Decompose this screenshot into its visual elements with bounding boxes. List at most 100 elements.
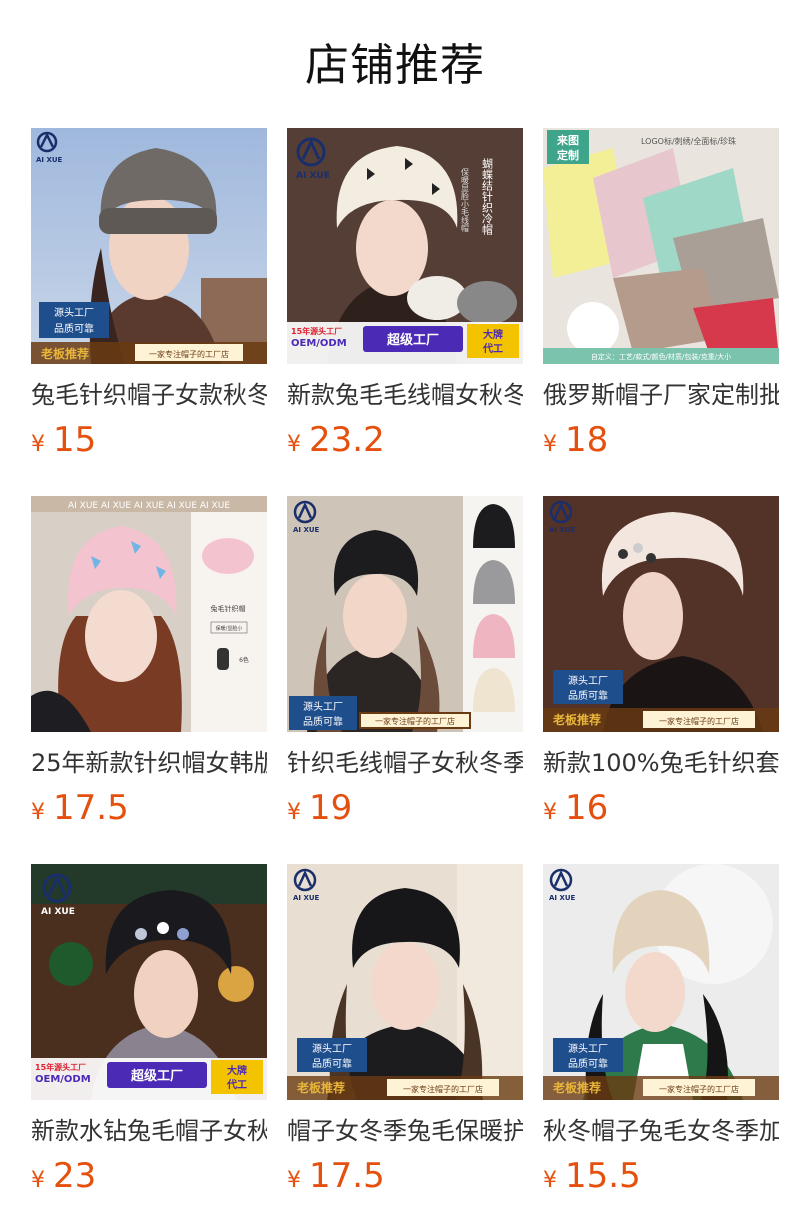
product-name[interactable]: 俄罗斯帽子厂家定制批发 [543,378,779,414]
product-image[interactable]: AI XUE 源头工厂 品质可靠 老板推荐 一家专注帽子的工厂店 [31,128,267,364]
price-value: 16 [565,788,609,828]
ribbon-text: 一家专注帽子的工厂店 [659,716,739,726]
price-value: 23.2 [309,420,385,460]
boss-pick-text: 老板推荐 [297,1080,345,1095]
boss-pick-text: 老板推荐 [41,346,89,361]
product-image[interactable]: AI XUE AI XUE AI XUE AI XUE AI XUE 兔毛针织帽… [31,496,267,732]
currency-symbol: ¥ [31,432,45,457]
ribbon-text: 一家专注帽子的工厂店 [403,1084,483,1094]
factory-badge-line2: 品质可靠 [568,1057,608,1070]
factory-badge-line1: 源头工厂 [312,1042,352,1055]
product-image[interactable]: AI XUE 源头工厂 品质可靠 老板推荐 一家专注帽子的工厂店 [287,864,523,1100]
brand-label: AI XUE [549,526,576,534]
oem-line1: 15年源头工厂 [35,1062,86,1072]
product-image[interactable]: AI XUE 15年源头工厂 OEM/ODM 超级工厂 大牌 代工 [31,864,267,1100]
logo-strip-text: LOGO标/刺绣/全面标/珍珠 [641,136,736,146]
product-price: ¥18 [543,420,608,460]
product-image[interactable]: 蝴蝶结针织冷帽 保暖显脸小毛线帽 AI XUE 15年源头工厂 OEM/ODM … [287,128,523,364]
big-brand-line2: 代工 [482,342,503,355]
product-card[interactable]: AI XUE 源头工厂 品质可靠 老板推荐 一家专注帽子的工厂店 新款100%兔… [543,496,779,828]
brand-label: AI XUE [296,171,330,181]
price-value: 17.5 [53,788,129,828]
super-factory-text: 超级工厂 [387,332,439,348]
currency-symbol: ¥ [287,800,301,825]
factory-badge-line1: 源头工厂 [568,674,608,687]
brand-label: AI XUE [36,156,63,164]
big-brand-line2: 代工 [226,1078,247,1091]
product-card[interactable]: 来图 定制 LOGO标/刺绣/全面标/珍珠 自定义：工艺/款式/颜色/材质/包装… [543,128,779,460]
product-card[interactable]: AI XUE 源头工厂 品质可靠 老板推荐 一家专注帽子的工厂店 帽子女冬季兔毛… [287,864,523,1196]
factory-badge-line2: 品质可靠 [303,715,343,728]
product-grid: AI XUE 源头工厂 品质可靠 老板推荐 一家专注帽子的工厂店 兔毛针织帽子女… [0,0,790,1232]
product-card[interactable]: AI XUE 源头工厂 品质可靠 老板推荐 一家专注帽子的工厂店 兔毛针织帽子女… [31,128,267,460]
factory-badge-line2: 品质可靠 [312,1057,352,1070]
price-value: 15.5 [565,1156,641,1196]
side-panel-small: 保暖/显脸小 [216,625,243,632]
product-name[interactable]: 帽子女冬季兔毛保暖护耳 [287,1114,523,1150]
banner-repeat-text: AI XUE AI XUE AI XUE AI XUE AI XUE [68,501,230,511]
currency-symbol: ¥ [543,432,557,457]
product-image[interactable]: AI XUE 源头工厂 品质可靠 一家专注帽子的工厂店 [287,496,523,732]
product-card[interactable]: 蝴蝶结针织冷帽 保暖显脸小毛线帽 AI XUE 15年源头工厂 OEM/ODM … [287,128,523,460]
oem-line1: 15年源头工厂 [291,326,342,336]
factory-badge-line1: 源头工厂 [303,700,343,713]
product-price: ¥23 [31,1156,96,1196]
custom-strip-text: 自定义：工艺/款式/颜色/材质/包装/克重/大小 [591,352,731,361]
product-price: ¥17.5 [287,1156,385,1196]
brand-label: AI XUE [293,526,320,534]
factory-badge-line2: 品质可靠 [568,689,608,702]
product-name[interactable]: 新款兔毛毛线帽女秋冬 [287,378,523,414]
currency-symbol: ¥ [543,1168,557,1193]
oem-line2: OEM/ODM [291,338,347,349]
price-value: 23 [53,1156,97,1196]
product-name[interactable]: 秋冬帽子兔毛女冬季加厚 [543,1114,779,1150]
product-price: ¥19 [287,788,352,828]
currency-symbol: ¥ [31,800,45,825]
brand-label: AI XUE [293,894,320,902]
currency-symbol: ¥ [287,1168,301,1193]
vertical-sub-text: 保暖显脸小毛线帽 [461,167,470,233]
big-brand-line1: 大牌 [227,1064,247,1077]
product-name[interactable]: 新款100%兔毛针织套头 [543,746,779,782]
product-price: ¥23.2 [287,420,385,460]
product-card[interactable]: AI XUE 源头工厂 品质可靠 老板推荐 一家专注帽子的工厂店 秋冬帽子兔毛女… [543,864,779,1196]
product-image[interactable]: 来图 定制 LOGO标/刺绣/全面标/珍珠 自定义：工艺/款式/颜色/材质/包装… [543,128,779,364]
price-value: 17.5 [309,1156,385,1196]
factory-badge-line1: 源头工厂 [54,306,94,319]
product-name[interactable]: 新款水钻兔毛帽子女秋冬 [31,1114,267,1150]
product-card[interactable]: AI XUE 源头工厂 品质可靠 一家专注帽子的工厂店 针织毛线帽子女秋冬季 ¥… [287,496,523,828]
product-name[interactable]: 兔毛针织帽子女款秋冬 [31,378,267,414]
oem-line2: OEM/ODM [35,1074,91,1085]
product-price: ¥15.5 [543,1156,641,1196]
side-panel-text: 兔毛针织帽 [211,604,246,613]
price-value: 15 [53,420,97,460]
brand-label: AI XUE [41,907,75,917]
product-image[interactable]: AI XUE 源头工厂 品质可靠 老板推荐 一家专注帽子的工厂店 [543,496,779,732]
custom-badge-line2: 定制 [557,148,579,162]
vertical-promo-text: 蝴蝶结针织冷帽 [481,158,494,236]
ribbon-text: 一家专注帽子的工厂店 [659,1084,739,1094]
boss-pick-text: 老板推荐 [553,1080,601,1095]
factory-badge-line1: 源头工厂 [568,1042,608,1055]
product-card[interactable]: AI XUE AI XUE AI XUE AI XUE AI XUE 兔毛针织帽… [31,496,267,828]
brand-label: AI XUE [549,894,576,902]
product-name[interactable]: 25年新款针织帽女韩版 [31,746,267,782]
currency-symbol: ¥ [287,432,301,457]
custom-badge-line1: 来图 [556,133,579,147]
product-card[interactable]: AI XUE 15年源头工厂 OEM/ODM 超级工厂 大牌 代工 新款水钻兔毛… [31,864,267,1196]
product-price: ¥17.5 [31,788,129,828]
ribbon-text: 一家专注帽子的工厂店 [149,349,229,359]
boss-pick-text: 老板推荐 [553,712,601,727]
ribbon-text: 一家专注帽子的工厂店 [375,716,455,726]
currency-symbol: ¥ [31,1168,45,1193]
side-panel-count: 6色 [239,656,249,664]
product-name[interactable]: 针织毛线帽子女秋冬季 [287,746,523,782]
product-image[interactable]: AI XUE 源头工厂 品质可靠 老板推荐 一家专注帽子的工厂店 [543,864,779,1100]
price-value: 19 [309,788,353,828]
currency-symbol: ¥ [543,800,557,825]
price-value: 18 [565,420,609,460]
product-price: ¥15 [31,420,96,460]
big-brand-line1: 大牌 [483,328,503,341]
factory-badge-line2: 品质可靠 [54,322,94,335]
product-price: ¥16 [543,788,608,828]
